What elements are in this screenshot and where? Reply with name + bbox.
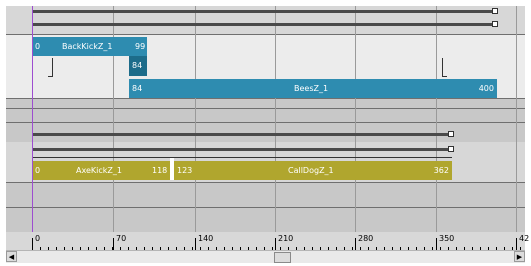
ruler-major-tick (516, 238, 517, 250)
clip-start-frame: 123 (177, 166, 193, 175)
clip-end-frame: 99 (135, 42, 146, 51)
ruler-major-tick (195, 238, 196, 250)
arrow-right-icon: ▶ (516, 253, 523, 261)
clip-label: CallDogZ_1 (288, 166, 334, 175)
timeline-editor: 0 BackKickZ_1 99 84 84 BeesZ_1 400 0 Axe… (0, 0, 531, 266)
clip-axekick[interactable]: 0 AxeKickZ_1 118 (32, 161, 170, 180)
horizontal-scrollbar[interactable]: ◀ ▶ (6, 250, 525, 263)
ruler-label: 280 (358, 234, 374, 243)
clip-end-frame: 362 (433, 166, 449, 175)
ruler-major-tick (113, 238, 114, 250)
separator-line (6, 207, 525, 208)
arrow-left-icon: ◀ (8, 253, 15, 261)
separator-line (6, 122, 525, 123)
grid-line (355, 6, 356, 232)
ruler-label: 0 (35, 234, 41, 243)
overlap-frame: 84 (132, 61, 143, 70)
track-range-bar[interactable] (32, 148, 450, 151)
ruler-major-tick (275, 238, 276, 250)
clip-overlap[interactable]: 84 (129, 56, 147, 76)
playhead-line[interactable] (32, 6, 33, 242)
grid-line (195, 6, 196, 232)
time-ruler[interactable]: 0 70 140 210 280 350 42 (6, 232, 529, 250)
clip-range-line (32, 157, 452, 158)
ruler-major-tick (355, 238, 356, 250)
grid-line (436, 6, 437, 232)
clip-label: AxeKickZ_1 (76, 166, 122, 175)
scroll-thumb[interactable] (274, 252, 291, 263)
clip-end-frame: 400 (478, 84, 494, 93)
clip-end-frame: 118 (152, 166, 168, 175)
ruler-label: 70 (116, 234, 127, 243)
ruler-label: 140 (198, 234, 214, 243)
clip-bees[interactable]: 84 BeesZ_1 400 (129, 79, 497, 98)
separator-line (6, 34, 525, 35)
clip-calldog[interactable]: 123 CallDogZ_1 362 (174, 161, 452, 180)
track-range-handle[interactable] (448, 131, 454, 137)
track-range-handle[interactable] (448, 146, 454, 152)
blend-bracket-left[interactable] (48, 58, 53, 77)
ruler-label: 350 (439, 234, 455, 243)
track-range-handle[interactable] (492, 8, 498, 14)
blend-bracket-right[interactable] (442, 58, 447, 77)
track-range-handle[interactable] (492, 21, 498, 27)
separator-line (6, 182, 525, 183)
track-range-bar[interactable] (32, 23, 494, 26)
separator-line (6, 98, 525, 99)
clip-label: BeesZ_1 (294, 84, 329, 93)
transition-gap[interactable] (170, 158, 174, 180)
ruler-label: 42 (519, 234, 530, 243)
grid-line (275, 6, 276, 232)
clip-start-frame: 0 (35, 166, 41, 175)
separator-line (6, 108, 525, 109)
clip-label: BackKickZ_1 (62, 42, 113, 51)
track-range-bar[interactable] (32, 133, 450, 136)
track-range-bar[interactable] (32, 10, 494, 13)
ruler-major-tick (436, 238, 437, 250)
track-separator-1 (6, 98, 525, 122)
clip-start-frame: 0 (35, 42, 41, 51)
clip-backkick[interactable]: 0 BackKickZ_1 99 (32, 37, 147, 56)
clip-start-frame: 84 (132, 84, 143, 93)
scroll-left-button[interactable]: ◀ (6, 251, 17, 262)
grid-line (516, 6, 517, 232)
scroll-right-button[interactable]: ▶ (514, 251, 525, 262)
ruler-label: 210 (278, 234, 294, 243)
